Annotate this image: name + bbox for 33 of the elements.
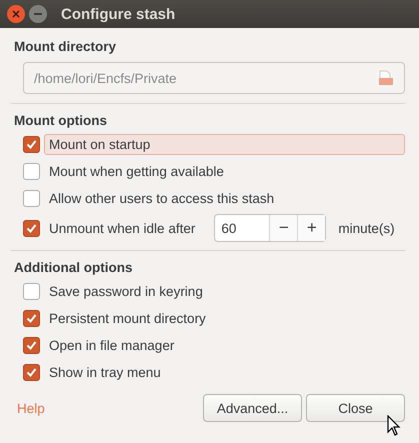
checkbox[interactable] [23, 310, 40, 327]
section-heading: Mount options [14, 113, 108, 128]
checkbox[interactable] [23, 337, 40, 354]
unit-label: minute(s) [338, 220, 395, 236]
checkmark-icon [26, 139, 37, 150]
option-label[interactable]: Save password in keyring [44, 281, 208, 302]
option-label[interactable]: Allow other users to access this stash [44, 188, 280, 209]
checkbox[interactable] [23, 283, 40, 300]
section-heading: Additional options [14, 260, 134, 275]
section-heading: Mount directory [14, 39, 118, 54]
option-label[interactable]: Persistent mount directory [44, 308, 211, 329]
advanced-button[interactable]: Advanced... [203, 394, 302, 422]
window-title: Configure stash [61, 6, 176, 22]
minimize-button[interactable] [29, 5, 47, 23]
minus-icon [34, 13, 42, 15]
mouse-pointer-icon [387, 415, 401, 437]
option-label[interactable]: Unmount when idle after [44, 218, 200, 238]
checkmark-icon [26, 222, 37, 234]
option-label[interactable]: Show in tray menu [44, 362, 166, 383]
checkmark-icon [26, 313, 37, 324]
checkbox[interactable] [23, 190, 40, 207]
checkbox[interactable] [23, 163, 40, 180]
checkmark-icon [26, 340, 37, 351]
checkbox[interactable] [23, 364, 40, 381]
x-icon [12, 10, 20, 18]
close-button[interactable]: Close [306, 394, 405, 422]
close-button[interactable] [7, 5, 25, 23]
option-label[interactable]: Mount on startup [44, 134, 405, 155]
option-label[interactable]: Mount when getting available [44, 161, 229, 182]
checkmark-icon [26, 367, 37, 378]
option-label[interactable]: Open in file manager [44, 335, 180, 356]
checkbox[interactable] [23, 136, 40, 153]
checkbox[interactable] [23, 220, 40, 236]
